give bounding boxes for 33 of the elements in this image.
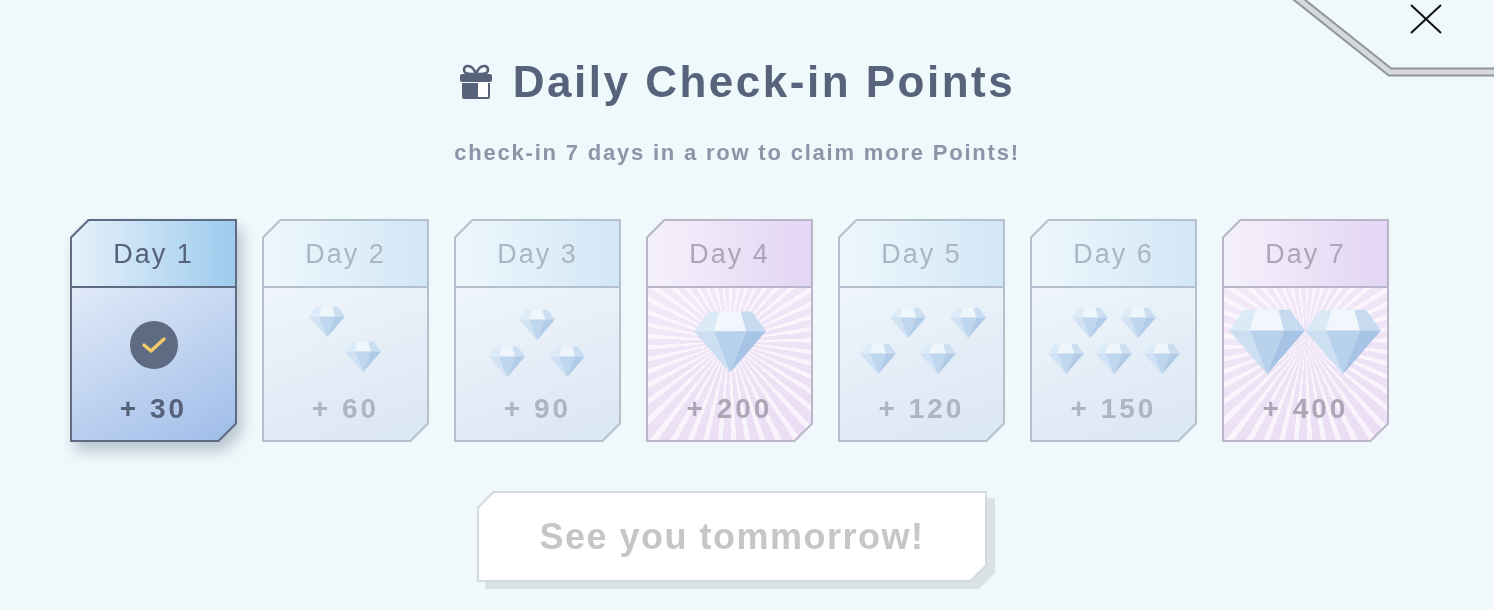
diamond-icon [1048,343,1084,375]
diamond-icon [860,343,896,375]
diamond-icon [950,307,986,339]
close-button[interactable] [1408,2,1444,36]
diamond-icon [549,346,585,378]
dialog-subtitle: check-in 7 days in a row to claim more Points! [454,140,1020,166]
points-label: + 30 [119,394,188,424]
gift-icon [458,64,493,100]
points-label: + 400 [1262,394,1349,424]
diamond-icon [519,309,555,341]
dialog-title: Daily Check-in Points [512,56,1016,108]
diamond-icon [1120,307,1156,339]
day-label: Day 5 [881,237,962,270]
diamond-icon [345,341,381,373]
diamond-icon [489,346,525,378]
close-icon [1410,4,1442,34]
day-label: Day 2 [305,237,386,270]
diamond-icon [1144,343,1180,375]
day-label: Day 7 [1265,237,1346,270]
diamond-icon [1229,309,1305,375]
points-label: + 200 [686,394,773,424]
diamond-icon [920,343,956,375]
day-label: Day 1 [113,237,194,270]
diamond-icon [1096,343,1132,375]
day-label: Day 3 [497,237,578,270]
day-label: Day 6 [1073,237,1154,270]
diamond-icon [890,307,926,339]
diamond-icon [694,311,766,373]
diamond-icon [309,306,345,338]
diamond-icon [1305,309,1381,375]
diamond-icon [1072,307,1108,339]
check-icon [130,321,178,369]
day-label: Day 4 [689,237,770,270]
